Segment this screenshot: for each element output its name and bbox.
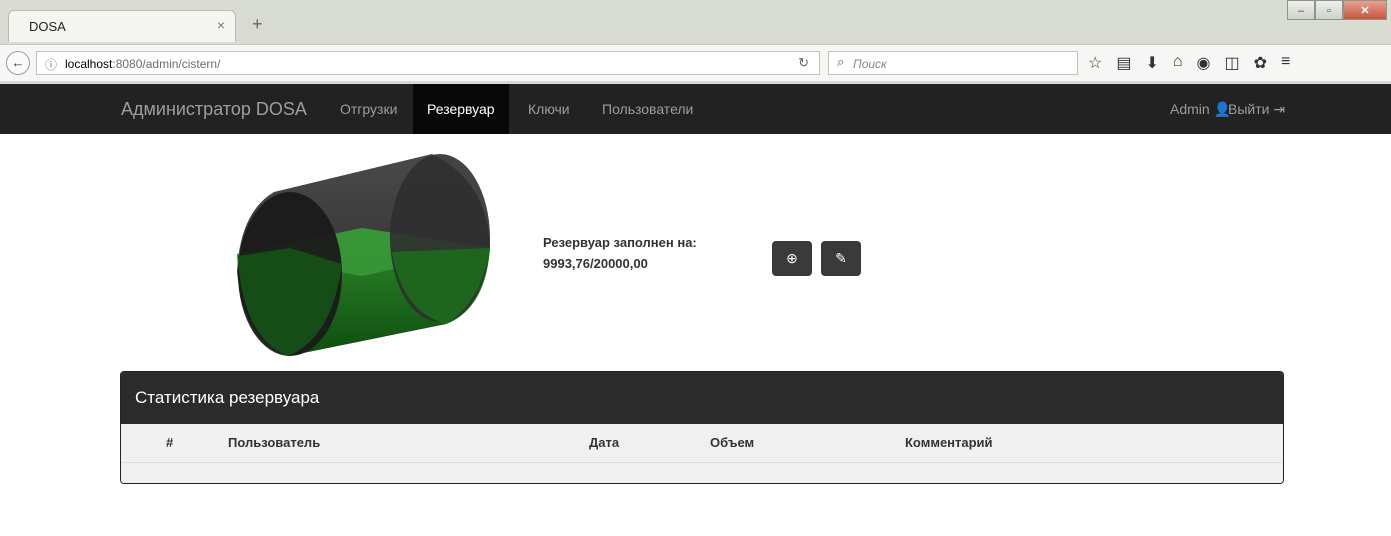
back-icon[interactable]: ← — [6, 51, 30, 75]
table-body-empty — [121, 463, 1283, 483]
url-host: localhost — [65, 57, 113, 71]
table-header: # Пользователь Дата Объем Комментарий — [121, 424, 1283, 463]
cistern-fill-status: Резервуар заполнен на: 9993,76/20000,00 — [543, 232, 697, 274]
pencil-icon: ✎ — [835, 250, 847, 266]
menu-icon[interactable]: ≡ — [1281, 53, 1290, 73]
browser-toolbar: ← ⓘ localhost:8080/admin/cistern/ ↻ ⌕ По… — [0, 44, 1391, 81]
search-icon: ⌕ — [837, 54, 845, 69]
search-box[interactable]: ⌕ Поиск — [828, 51, 1078, 75]
extension-icon[interactable]: ✿ — [1254, 53, 1267, 73]
column-header-number: # — [166, 435, 174, 450]
column-header-user: Пользователь — [228, 435, 321, 450]
logout-label: Выйти — [1228, 101, 1270, 117]
user-menu[interactable]: Admin 👤 — [1170, 84, 1231, 134]
pocket-icon[interactable]: ◫ — [1225, 53, 1240, 73]
logout-link[interactable]: Выйти ⇥ — [1228, 84, 1285, 134]
cistern-graphic — [237, 154, 490, 356]
user-name: Admin — [1170, 101, 1210, 117]
star-icon[interactable]: ☆ — [1088, 53, 1102, 73]
tab-title: DOSA — [29, 19, 66, 34]
page-content: Резервуар заполнен на: 9993,76/20000,00 … — [0, 134, 1391, 536]
reload-icon[interactable]: ↻ — [798, 55, 809, 71]
add-volume-button[interactable]: ⊕ — [772, 241, 812, 276]
browser-tools: ☆ ▤ ⬇ ⌂ ◉ ◫ ✿ ≡ — [1088, 53, 1290, 73]
new-tab-button[interactable]: + — [252, 14, 263, 35]
cistern-stats-panel: Статистика резервуара # Пользователь Дат… — [120, 371, 1284, 484]
edit-cistern-button[interactable]: ✎ — [821, 241, 861, 276]
tab-close-icon[interactable]: × — [217, 17, 225, 33]
nav-item-users[interactable]: Пользователи — [588, 84, 707, 134]
column-header-comment: Комментарий — [905, 435, 993, 450]
chat-icon[interactable]: ◉ — [1197, 53, 1211, 73]
nav-item-cistern[interactable]: Резервуар — [413, 84, 509, 134]
nav-item-keys[interactable]: Ключи — [514, 84, 584, 134]
close-window-button[interactable]: ✕ — [1343, 0, 1387, 20]
url-path: :8080/admin/cistern/ — [112, 57, 221, 71]
cistern-fill-value: 9993,76/20000,00 — [543, 256, 648, 271]
app-navbar: Администратор DOSA Отгрузки Резервуар Кл… — [0, 84, 1391, 134]
window-controls: – ▫ ✕ — [1287, 0, 1387, 22]
cistern-fill-label: Резервуар заполнен на: — [543, 235, 697, 250]
address-bar[interactable]: ⓘ localhost:8080/admin/cistern/ ↻ — [36, 51, 820, 75]
browser-tab[interactable]: DOSA × — [8, 10, 236, 42]
minimize-button[interactable]: – — [1287, 0, 1315, 20]
logout-icon: ⇥ — [1273, 101, 1286, 117]
download-icon[interactable]: ⬇ — [1145, 53, 1158, 73]
browser-chrome: DOSA × + – ▫ ✕ ← ⓘ localhost:8080/admin/… — [0, 0, 1391, 84]
panel-title: Статистика резервуара — [121, 372, 1283, 424]
column-header-date: Дата — [589, 435, 620, 450]
nav-item-shipments[interactable]: Отгрузки — [326, 84, 411, 134]
tab-strip: DOSA × + – ▫ ✕ — [8, 0, 1391, 44]
search-placeholder: Поиск — [853, 57, 887, 71]
url-text: localhost:8080/admin/cistern/ — [65, 57, 220, 71]
home-icon[interactable]: ⌂ — [1173, 53, 1183, 73]
info-icon[interactable]: ⓘ — [45, 56, 57, 73]
brand-title[interactable]: Администратор DOSA — [121, 99, 307, 120]
reading-list-icon[interactable]: ▤ — [1116, 53, 1131, 73]
column-header-volume: Объем — [710, 435, 755, 450]
plus-circle-icon: ⊕ — [786, 250, 798, 266]
maximize-button[interactable]: ▫ — [1315, 0, 1343, 20]
